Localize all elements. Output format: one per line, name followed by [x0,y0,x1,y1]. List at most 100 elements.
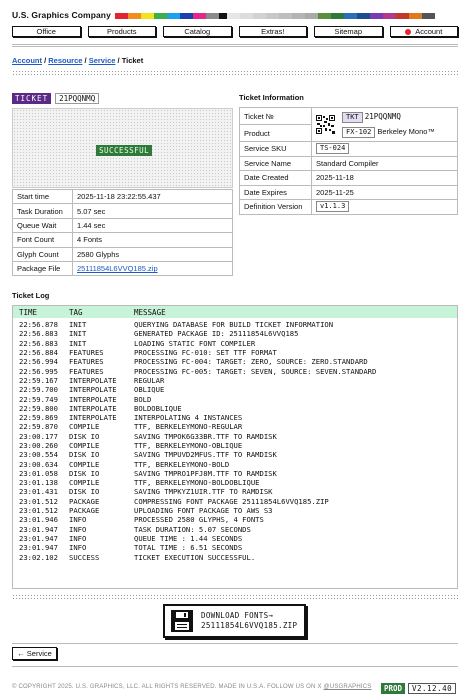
log-col-tag: TAG [69,307,83,317]
download-filename: 25111854L6VVQ185.ZIP [201,621,298,630]
log-tag: PACKAGE [69,496,100,506]
color-swatch [357,13,370,19]
log-message: TASK DURATION: 5.07 SECONDS [134,524,251,534]
color-swatch [331,13,344,19]
log-row: 22:59.700 INTERPOLATE OBLIQUE [13,385,457,394]
breadcrumb-service[interactable]: Service [89,56,116,65]
start-time-value: 2025-11-18 23:22:55.437 [72,188,233,205]
version-badge: V2.12.40 [408,683,457,694]
log-row: 23:02.102 SUCCESS TICKET EXECUTION SUCCESS… [13,552,457,562]
nav-account[interactable]: Account [389,26,458,37]
color-swatch [396,13,409,19]
log-tag: INTERPOLATE [69,403,117,413]
table-row: Ticket № TKT 21PQQNMQ FX-102 Berkeley Mo… [239,107,458,142]
divider [12,44,458,47]
color-swatch [141,13,154,19]
floppy-disk-icon [171,610,193,632]
row-label: Definition Version [239,199,312,215]
ticket-label: TICKET [12,93,52,104]
nav-account-label: Account [415,27,443,36]
table-row: Package File 25111854L6VVQ185.zip [12,260,233,277]
breadcrumb-current: Ticket [121,56,144,65]
nav-office[interactable]: Office [12,26,81,37]
log-time: 23:02.102 [19,552,58,562]
task-duration-value: 5.07 sec [72,203,233,219]
color-swatch [240,13,253,19]
dotted-divider [12,70,458,76]
log-row: 22:56.884 FEATURES PROCESSING FC-010: SET … [13,348,457,357]
log-time: 23:01.947 [19,524,58,534]
color-swatch [227,13,240,19]
gray-swatches [227,13,435,19]
ticket-id: 21PQQNMQ [55,93,100,104]
log-time: 23:00.554 [19,450,58,460]
row-label: Font Count [12,232,73,248]
package-file-link[interactable]: 25111854L6VVQ185.zip [77,264,158,273]
log-row: 22:56.994 FEATURES PROCESSING FC-004: TARG… [13,357,457,366]
log-time: 22:59.167 [19,375,58,385]
log-time: 22:59.749 [19,394,58,404]
log-message: UPLOADING FONT PACKAGE TO AWS S3 [134,506,273,516]
log-message: OBLIQUE [134,385,165,395]
breadcrumb-account[interactable]: Account [12,56,42,65]
nav-extras[interactable]: Extras! [238,26,307,37]
log-row: 23:01.947 INFO TOTAL TIME : 6.51 SECONDS [13,543,457,552]
download-label: DOWNLOAD FONTS→ [201,611,274,620]
table-row: Date Expires 2025-11-25 [239,184,458,200]
log-time: 22:56.884 [19,348,58,358]
tkt-chip: TKT [342,111,363,123]
breadcrumb-resource[interactable]: Resource [48,56,82,65]
log-time: 22:56.878 [19,320,58,330]
footer-copyright: © COPYRIGHT 2025. U.S. GRAPHICS, LLC. AL… [12,684,324,690]
nav-products[interactable]: Products [87,26,156,37]
back-to-service-button[interactable]: ← Service [12,647,57,660]
log-time: 22:56.883 [19,338,58,348]
log-message: PROCESSING FC-005: TARGET: SEVEN, SOURCE… [134,366,377,376]
log-row: 22:56.883 INIT LOADING STATIC FONT COMPILE… [13,339,457,348]
log-tag: COMPILE [69,441,100,450]
footer-x-link[interactable]: @USGRAPHICS [324,684,372,690]
log-row: 22:56.878 INIT QUERYING DATABASE FOR BUILD… [13,320,457,329]
font-count-value: 4 Fonts [72,232,233,248]
log-tag: INIT [69,338,87,348]
log-col-message: MESSAGE [134,307,166,317]
log-tag: DISK IO [69,450,100,460]
date-created-value: 2025-11-18 [311,170,458,186]
nav-catalog[interactable]: Catalog [163,26,232,37]
log-time: 22:59.800 [19,403,58,413]
row-label: Date Created [239,170,312,186]
log-time: 22:56.995 [19,366,58,376]
log-time: 22:59.870 [19,422,58,432]
glyph-count-value: 2580 Glyphs [72,246,233,262]
log-tag: COMPILE [69,422,100,432]
log-tag: INFO [69,543,87,553]
log-message: PROCESSING FC-010: SET TTF FORMAT [134,348,277,358]
log-tag: SUCCESS [69,552,100,562]
definition-version-chip: v1.1.3 [316,201,350,213]
download-fonts-button[interactable]: DOWNLOAD FONTS→ 25111854L6VVQ185.ZIP [163,604,306,638]
color-swatch [115,13,128,19]
log-time: 23:00.634 [19,459,58,469]
color-swatch [266,13,279,19]
log-tag: DISK IO [69,487,100,497]
ticket-log[interactable]: TIME TAG MESSAGE 22:56.878 INIT QUERYING D… [12,305,458,589]
nav-sitemap[interactable]: Sitemap [314,26,383,37]
log-message: GENERATED PACKAGE ID: 25111854L6VVQ185 [134,329,299,339]
log-message: COMPRESSING FONT PACKAGE 25111854L6VVQ18… [134,496,329,506]
color-swatch [193,13,206,19]
log-col-time: TIME [19,307,38,317]
divider [12,666,458,667]
row-label: Start time [12,188,73,205]
log-row: 23:01.512 PACKAGE COMPRESSING FONT PACKAGE… [13,497,457,506]
row-label: Task Duration [12,203,73,219]
log-message: LOADING STATIC FONT COMPILER [134,338,256,348]
log-message: PROCESSING FC-004: TARGET: ZERO, SOURCE:… [134,357,368,367]
color-swatch [180,13,193,19]
brand-name[interactable]: U.S. Graphics Company [12,10,111,20]
table-row: Task Duration 5.07 sec [12,203,233,219]
dotted-divider [12,594,458,600]
ticket-preview: SUCCESSFUL [12,108,233,188]
main-nav: Office Products Catalog Extras! Sitemap … [12,26,458,37]
divider [12,643,458,644]
log-time: 23:01.512 [19,496,58,506]
